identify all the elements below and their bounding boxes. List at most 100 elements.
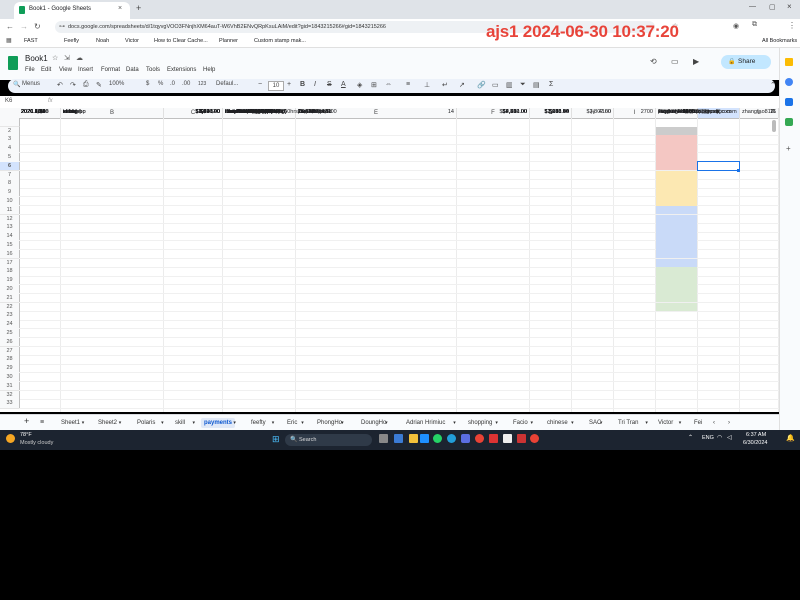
star-icon[interactable]: ☆ [52,54,58,62]
text-rotation-icon[interactable]: ↗ [459,81,465,89]
percent-format-button[interactable]: % [158,81,163,87]
font-select[interactable]: Defaul... [216,81,238,87]
profile-icon[interactable]: ◉ [733,22,739,30]
bookmark-fast[interactable]: FAST [24,38,38,44]
insert-comment-icon[interactable]: ▭ [492,81,499,89]
chrome-icon[interactable] [475,434,484,443]
bold-icon[interactable]: B [300,81,305,88]
sheet-tab-menu-icon[interactable]: ▾ [453,418,456,428]
fill-color-icon[interactable]: ◈ [357,81,362,89]
bookmark-noah[interactable]: Noah [96,38,109,44]
sheet-tab-doungho[interactable]: DoungHo [361,418,386,428]
functions-icon[interactable]: Σ [549,81,553,88]
sheet-tab-polaris[interactable]: Polaris [137,418,155,428]
sheet-tab-menu-icon[interactable]: ▾ [571,418,574,428]
cell-c33[interactable]: $40 [164,108,220,117]
maximize-icon[interactable]: ▢ [769,3,776,11]
apps-icon[interactable]: ▦ [6,37,12,44]
sheet-tab-tri-tran[interactable]: Tri Tran [618,418,638,428]
sheet-tab-menu-icon[interactable]: ▾ [645,418,648,428]
window-close-icon[interactable]: × [787,2,792,11]
cell-g32[interactable]: $1,140.00 [530,108,569,117]
reload-icon[interactable]: ↻ [34,22,41,31]
insert-chart-icon[interactable]: ▥ [506,81,513,89]
app-red-icon[interactable] [489,434,498,443]
spreadsheet-grid[interactable]: A B C D E F G H I J K L 2 2020.8.8 nebojsa -$70.00 for r… [0,108,779,412]
telegram-icon[interactable] [447,434,456,443]
menu-view[interactable]: View [59,67,72,73]
sheet-tab-fei[interactable]: Fei [694,418,702,428]
increase-decimal-button[interactable]: .00 [182,81,190,87]
menu-file[interactable]: File [25,67,35,73]
tab-close-icon[interactable]: × [118,5,122,12]
meet-icon[interactable]: ▶ [693,57,699,66]
discord-icon[interactable] [461,434,470,443]
whatsapp-icon[interactable] [433,434,442,443]
language-indicator[interactable]: ENG [702,435,714,441]
cloud-status-icon[interactable]: ☁ [76,54,83,62]
formula-input[interactable] [60,97,760,106]
increase-font-icon[interactable]: + [287,81,291,88]
borders-icon[interactable]: ⊞ [371,81,377,89]
search-menus-icon[interactable]: 🔍 [13,81,20,88]
menu-data[interactable]: Data [126,67,139,73]
app-white-icon[interactable] [503,434,512,443]
sheet-tab-skill[interactable]: skill [175,418,185,428]
extensions-icon[interactable]: ⧉ [752,21,757,29]
sheet-tab-adrian-hrimiuc[interactable]: Adrian Hrimiuc [406,418,445,428]
bookmark-victor[interactable]: Victor [125,38,139,44]
bookmark-planner[interactable]: Planner [219,38,238,44]
horizontal-align-icon[interactable]: ≡ [406,81,410,88]
zoom-select[interactable]: 100% [109,81,124,87]
edge-icon[interactable] [420,434,429,443]
cell-j32[interactable]: 1452074405@qq.com [658,108,712,117]
collapse-toolbar-icon[interactable]: ⌃ [770,81,776,89]
sheet-tab-menu-icon[interactable]: ▾ [495,418,498,428]
decrease-font-icon[interactable]: − [258,81,262,88]
sheet-tab-shopping[interactable]: shopping [468,418,492,428]
fill-handle[interactable] [737,168,740,172]
sheet-tab-menu-icon[interactable]: ▾ [301,418,304,428]
print-icon[interactable]: ⎙ [83,81,89,89]
sheet-tab-phongho[interactable]: PhongHo [317,418,342,428]
cell-a33[interactable]: 2021.3.12 [21,108,45,117]
cell-b30[interactable]: zheng po [63,108,86,117]
sheet-tab-payments[interactable]: payments [201,418,236,428]
menu-insert[interactable]: Insert [78,67,93,73]
comments-icon[interactable]: ▭ [671,57,679,66]
volume-icon[interactable]: ◁ [727,434,732,441]
bookmark-stamp[interactable]: Custom stamp mak... [254,38,306,44]
menu-extensions[interactable]: Extensions [167,67,196,73]
chrome2-icon[interactable] [530,434,539,443]
new-tab-icon[interactable]: + [136,3,141,13]
add-sheet-icon[interactable]: + [24,416,29,426]
contacts-icon[interactable] [785,98,793,106]
scroll-tabs-left-icon[interactable]: ‹ [713,418,715,428]
merge-cells-icon[interactable]: ⇔ [385,81,392,88]
browser-tab[interactable]: Book1 - Google Sheets × [14,2,130,19]
sheet-tab-menu-icon[interactable]: ▾ [233,418,236,428]
text-color-icon[interactable]: A [341,81,346,88]
sheet-tab-menu-icon[interactable]: ▾ [119,418,122,428]
chrome-menu-icon[interactable]: ⋮ [788,21,796,30]
search-menus-label[interactable]: Menus [22,81,40,87]
task-view-icon[interactable] [379,434,388,443]
menu-format[interactable]: Format [101,67,120,73]
keep-icon[interactable] [785,58,793,66]
sheet-tab-menu-icon[interactable]: ▾ [679,418,682,428]
sheet-tab-menu-icon[interactable]: ▾ [531,418,534,428]
scroll-tabs-right-icon[interactable]: › [728,418,730,428]
decrease-decimal-button[interactable]: .0 [170,81,175,87]
selected-cell-k6[interactable] [697,161,740,172]
sheet-tab-menu-icon[interactable]: ▾ [341,418,344,428]
undo-icon[interactable]: ↶ [57,81,63,89]
cell-d33[interactable]: iOne/Feb4th(18hrs) [225,108,273,117]
text-wrap-icon[interactable]: ↵ [442,81,448,89]
sheet-tab-victor[interactable]: Victor [658,418,673,428]
all-bookmarks[interactable]: All Bookmarks [762,38,797,44]
site-info-icon[interactable]: ⊶ [59,23,65,30]
sheet-tab-feefty[interactable]: feefty [251,418,266,428]
document-title[interactable]: Book1 [25,54,48,63]
row-header[interactable]: 33 [0,399,20,410]
menu-edit[interactable]: Edit [41,67,51,73]
